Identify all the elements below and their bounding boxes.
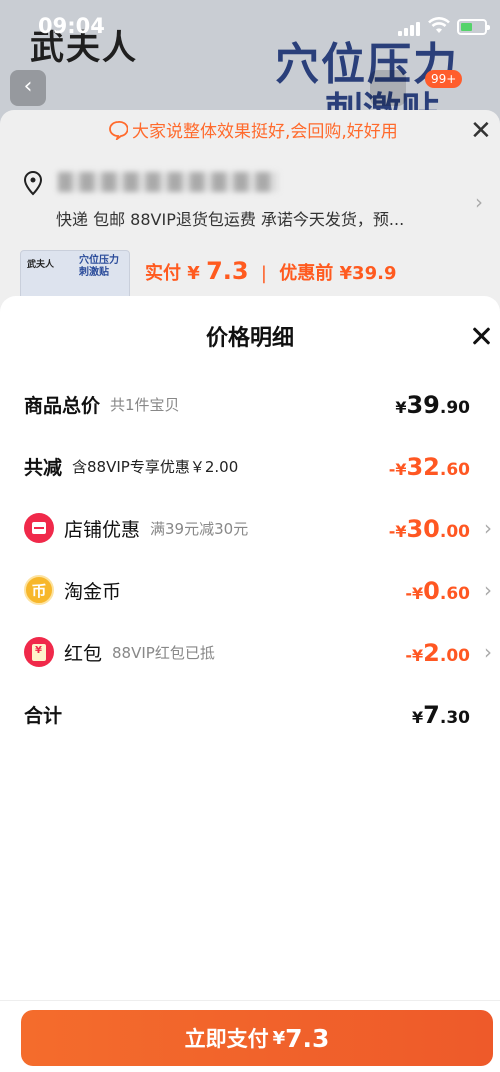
thumb-title: 穴位压力刺激贴	[79, 255, 119, 278]
status-time: 09:04	[38, 14, 105, 38]
back-button[interactable]: ‹	[10, 70, 46, 106]
shop-coupon-icon	[24, 513, 54, 543]
divider: |	[260, 263, 267, 284]
pay-button-label: 立即支付	[184, 1027, 269, 1051]
row-amount: -¥30.00	[388, 515, 470, 543]
pay-button-value: 7.3	[285, 1023, 330, 1053]
row-amount: ¥39.90	[395, 391, 470, 419]
row-gold-coin[interactable]: 币 淘金币 -¥0.60 ›	[24, 570, 492, 610]
share-icon[interactable]	[370, 70, 406, 106]
pay-button-currency: ¥	[272, 1027, 286, 1049]
row-label: 淘金币	[64, 580, 122, 603]
price-summary: 实付 ¥ 7.3 | 优惠前 ¥39.9	[145, 257, 396, 285]
actual-pay-currency: ¥	[187, 263, 200, 284]
row-amount: -¥0.60	[405, 577, 470, 605]
actual-pay-label: 实付	[145, 263, 181, 284]
row-sub: 88VIP红包已抵	[112, 643, 215, 662]
wifi-icon	[428, 17, 450, 33]
pay-now-button[interactable]: 立即支付 ¥ 7.3	[21, 1010, 493, 1066]
review-tip-text: 大家说整体效果挺好,会回购,好好用	[132, 122, 398, 142]
address-row[interactable]	[22, 170, 482, 200]
row-sub: 满39元减30元	[150, 519, 249, 538]
chat-bubble-icon	[109, 120, 128, 140]
row-shop-coupon[interactable]: 店铺优惠 满39元减30元 -¥30.00 ›	[24, 508, 492, 548]
row-label: 红包	[64, 642, 103, 665]
chevron-right-icon[interactable]: ›	[475, 190, 483, 214]
original-price: ¥39.9	[339, 263, 397, 284]
chevron-right-icon[interactable]: ›	[484, 578, 492, 602]
thumb-brand: 武夫人	[27, 260, 55, 270]
row-label: 店铺优惠	[64, 518, 141, 541]
battery-icon	[457, 19, 490, 35]
price-detail-modal: 价格明细 商品总价 共1件宝贝 ¥39.90 共减 含88VIP专享优惠￥2.0…	[0, 296, 500, 1072]
row-total-price: 商品总价 共1件宝贝 ¥39.90	[24, 384, 492, 424]
row-amount: -¥32.60	[388, 453, 470, 481]
delivery-info: 快递 包邮 88VIP退货包运费 承诺今天发货，预...	[56, 210, 405, 229]
red-packet-icon	[24, 637, 54, 667]
row-grand-total: 合计 ¥7.30	[24, 694, 492, 734]
sheet-close-icon[interactable]: ✕	[470, 116, 492, 146]
original-price-label: 优惠前	[279, 263, 334, 284]
row-total-discount: 共减 含88VIP专享优惠￥2.00 -¥32.60	[24, 446, 492, 486]
actual-pay-value: 7.3	[206, 257, 249, 285]
row-label: 合计	[24, 704, 63, 727]
row-amount: -¥2.00	[405, 639, 470, 667]
row-red-packet[interactable]: 红包 88VIP红包已抵 -¥2.00 ›	[24, 632, 492, 672]
cart-badge[interactable]: 99+	[425, 70, 463, 88]
row-amount: ¥7.30	[412, 701, 470, 729]
close-icon[interactable]	[466, 322, 496, 352]
row-label: 共减	[24, 456, 63, 479]
status-bar: 09:04	[0, 0, 500, 50]
gold-coin-icon: 币	[24, 575, 54, 605]
chevron-right-icon[interactable]: ›	[484, 516, 492, 540]
location-pin-icon	[23, 170, 43, 196]
product-thumbnail: 武夫人 穴位压力刺激贴	[20, 250, 130, 300]
address-blurred	[58, 172, 278, 192]
signal-icon	[398, 22, 420, 36]
row-sub: 含88VIP专享优惠￥2.00	[72, 457, 239, 476]
chevron-right-icon[interactable]: ›	[484, 640, 492, 664]
row-label: 商品总价	[24, 394, 101, 417]
row-sub: 共1件宝贝	[110, 395, 180, 414]
modal-title: 价格明细	[205, 326, 294, 351]
review-tip: 大家说整体效果挺好,会回购,好好用	[108, 117, 398, 142]
